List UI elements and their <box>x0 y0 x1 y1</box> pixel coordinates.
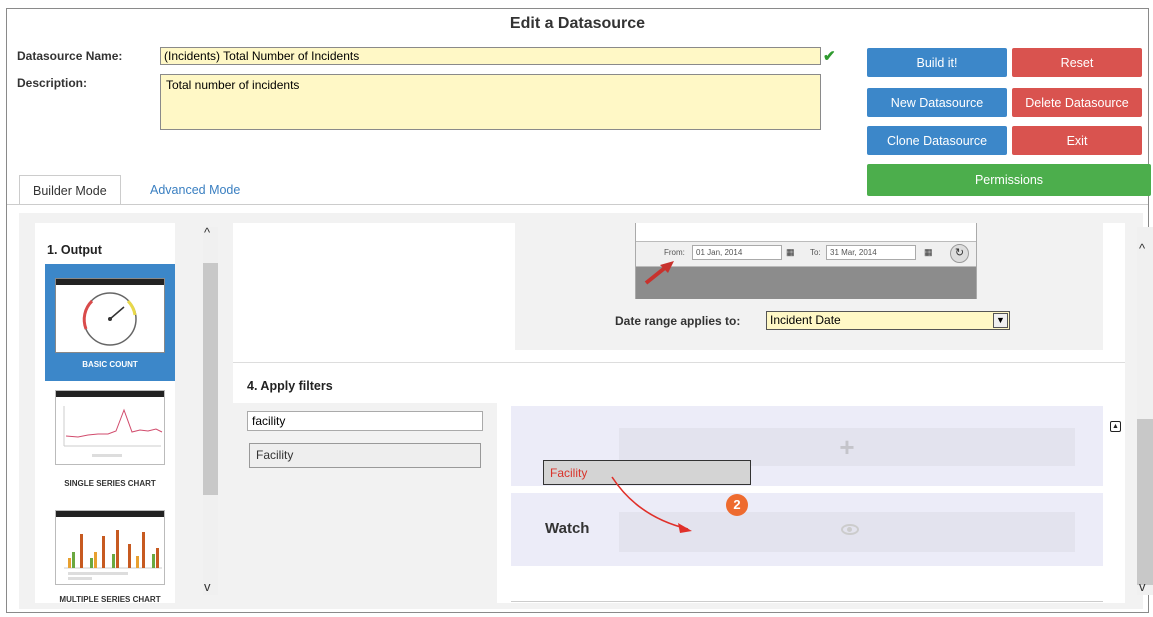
annotation-arrow-icon <box>644 261 674 285</box>
gauge-thumbnail <box>55 278 165 353</box>
output-option-label[interactable]: MULTIPLE SERIES CHART <box>45 595 175 604</box>
section-divider <box>233 362 1125 363</box>
section-divider <box>511 601 1103 602</box>
permissions-button[interactable]: Permissions <box>867 164 1151 196</box>
build-it-button[interactable]: Build it! <box>867 48 1007 77</box>
step-marker: 2 <box>726 494 748 516</box>
calendar-icon[interactable]: ▦ <box>924 247 936 259</box>
page-title: Edit a Datasource <box>509 15 646 32</box>
screenshot-footer <box>636 267 976 299</box>
check-icon: ✔ <box>823 48 836 65</box>
date-range-applies-label: Date range applies to: <box>615 314 741 328</box>
collapse-icon[interactable]: ▲ <box>1110 421 1121 432</box>
scroll-up-icon[interactable]: ^ <box>204 225 210 240</box>
scroll-down-icon[interactable]: v <box>1139 579 1146 594</box>
date-range-applies-value: Incident Date <box>770 313 841 327</box>
date-range-applies-select[interactable]: Incident Date ▼ <box>766 311 1010 330</box>
calendar-icon[interactable]: ▦ <box>786 247 798 259</box>
builder-panel: 1. Output BASIC COUNT SINGLE SERIES CHAR… <box>19 213 1153 609</box>
content-scrollbar-thumb[interactable] <box>1137 419 1153 585</box>
clone-datasource-button[interactable]: Clone Datasource <box>867 126 1007 155</box>
tab-divider <box>7 204 1148 205</box>
tab-advanced-mode[interactable]: Advanced Mode <box>137 175 253 205</box>
output-section-title: 1. Output <box>47 243 102 257</box>
watch-zone: Watch <box>511 493 1103 566</box>
new-datasource-button[interactable]: New Datasource <box>867 88 1007 117</box>
output-scrollbar[interactable]: ^ v <box>203 225 218 595</box>
output-option-label: BASIC COUNT <box>82 360 138 369</box>
to-label: To: <box>810 248 821 257</box>
tab-builder-mode[interactable]: Builder Mode <box>19 175 121 205</box>
filter-fields-panel: facility Facility <box>233 403 497 603</box>
date-range-section: From: 01 Jan, 2014 ▦ To: 31 Mar, 2014 ▦ … <box>515 223 1103 350</box>
from-date-input[interactable]: 01 Jan, 2014 <box>692 245 782 260</box>
multiple-series-thumbnail[interactable] <box>55 510 165 585</box>
description-textarea[interactable]: Total number of incidents <box>160 74 821 130</box>
datasource-name-label: Datasource Name: <box>17 49 123 63</box>
content-scrollbar[interactable]: ^ v <box>1137 227 1153 595</box>
exit-button[interactable]: Exit <box>1012 126 1142 155</box>
filter-field-item[interactable]: Facility <box>249 443 481 468</box>
filters-section-title: 4. Apply filters <box>247 379 333 393</box>
eye-icon[interactable] <box>841 524 859 535</box>
filter-search-input[interactable]: facility <box>247 411 483 431</box>
to-date-input[interactable]: 31 Mar, 2014 <box>826 245 916 260</box>
reset-button[interactable]: Reset <box>1012 48 1142 77</box>
refresh-icon[interactable]: ↻ <box>950 244 969 263</box>
datasource-name-input[interactable]: (Incidents) Total Number of Incidents <box>160 47 821 65</box>
edit-datasource-window: Edit a Datasource Datasource Name: (Inci… <box>6 8 1153 613</box>
output-option-basic-count[interactable]: BASIC COUNT <box>45 264 175 381</box>
chevron-down-icon[interactable]: ▼ <box>993 313 1008 328</box>
output-scrollbar-thumb[interactable] <box>203 263 218 495</box>
date-range-screenshot: From: 01 Jan, 2014 ▦ To: 31 Mar, 2014 ▦ … <box>635 223 977 299</box>
builder-content: From: 01 Jan, 2014 ▦ To: 31 Mar, 2014 ▦ … <box>233 223 1125 603</box>
single-series-thumbnail[interactable] <box>55 390 165 465</box>
delete-datasource-button[interactable]: Delete Datasource <box>1012 88 1142 117</box>
description-label: Description: <box>17 76 88 90</box>
drag-arrow-icon <box>611 476 692 533</box>
watch-label: Watch <box>545 520 590 537</box>
output-panel: 1. Output BASIC COUNT SINGLE SERIES CHAR… <box>35 223 175 604</box>
from-label: From: <box>664 248 685 257</box>
scroll-down-icon[interactable]: v <box>204 579 211 594</box>
output-option-label[interactable]: SINGLE SERIES CHART <box>45 479 175 488</box>
scroll-up-icon[interactable]: ^ <box>1139 241 1145 256</box>
